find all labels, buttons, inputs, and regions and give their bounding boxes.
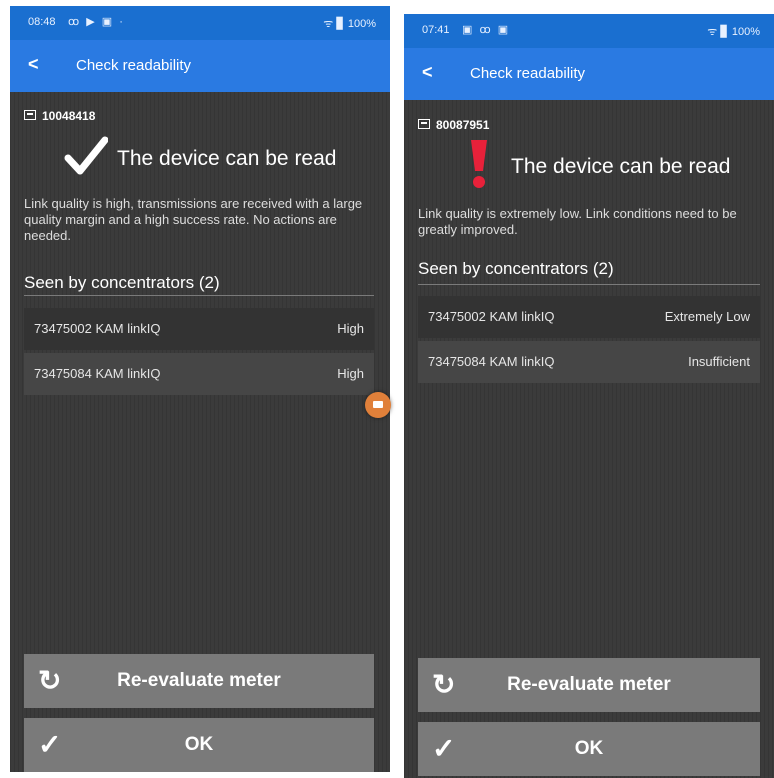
re-evaluate-button[interactable]: ↻ Re-evaluate meter (24, 654, 374, 708)
concentrator-id: 73475084 KAM linkIQ (34, 366, 161, 381)
device-id: 80087951 (418, 118, 489, 132)
readability-description: Link quality is extremely low. Link cond… (418, 206, 737, 237)
status-time: 07:41 (422, 24, 450, 36)
ok-label: OK (574, 738, 604, 759)
concentrator-id: 73475002 KAM linkIQ (34, 321, 161, 336)
page-title: Check readability (76, 57, 192, 74)
concentrator-id: 73475084 KAM linkIQ (428, 354, 555, 369)
notification-icons: ꝏ ▶ ▣ · (68, 16, 125, 28)
meter-icon (24, 110, 36, 120)
section-divider (418, 284, 760, 285)
phone-screen-right: 07:41 ▣ ꝏ ▣ ᯤ ▊ 100% < Check readability… (404, 14, 774, 778)
system-status: ᯤ ▊ 100% (707, 26, 760, 38)
system-status: ᯤ ▊ 100% (323, 18, 376, 30)
device-id-text: 80087951 (436, 118, 490, 132)
ok-label: OK (184, 734, 214, 755)
status-time: 08:48 (28, 16, 56, 28)
ok-button[interactable]: ✓ OK (24, 718, 374, 772)
concentrator-row[interactable]: 73475002 KAM linkIQ High (24, 308, 374, 350)
device-id: 10048418 (24, 109, 95, 123)
meter-icon (418, 119, 430, 129)
concentrators-section-title: Seen by concentrators (2) (24, 273, 220, 292)
floating-video-icon[interactable] (365, 392, 391, 418)
back-button[interactable]: < (422, 62, 433, 83)
ok-button[interactable]: ✓ OK (418, 722, 760, 776)
app-bar: < Check readability (404, 48, 774, 100)
phone-screen-left: 08:48 ꝏ ▶ ▣ · ᯤ ▊ 100% < Check readabili… (10, 6, 390, 772)
back-button[interactable]: < (28, 54, 39, 75)
readability-description: Link quality is high, transmissions are … (24, 196, 363, 243)
concentrator-row[interactable]: 73475084 KAM linkIQ Insufficient (418, 341, 760, 383)
re-evaluate-button[interactable]: ↻ Re-evaluate meter (418, 658, 760, 712)
exclamation-icon (471, 140, 487, 188)
re-evaluate-label: Re-evaluate meter (117, 670, 281, 691)
re-evaluate-label: Re-evaluate meter (507, 674, 671, 695)
concentrators-section-title: Seen by concentrators (2) (418, 259, 614, 278)
concentrator-row[interactable]: 73475084 KAM linkIQ High (24, 353, 374, 395)
app-bar: < Check readability (10, 40, 390, 92)
readability-headline: The device can be read (511, 155, 731, 178)
device-id-text: 10048418 (42, 109, 96, 123)
link-quality: Insufficient (688, 354, 750, 369)
concentrator-row[interactable]: 73475002 KAM linkIQ Extremely Low (418, 296, 760, 338)
section-divider (24, 295, 374, 296)
concentrator-id: 73475002 KAM linkIQ (428, 309, 555, 324)
link-quality: High (337, 366, 364, 381)
link-quality: Extremely Low (664, 309, 750, 324)
check-icon (64, 136, 108, 175)
readability-headline: The device can be read (117, 147, 337, 170)
link-quality: High (337, 321, 364, 336)
status-bar: 08:48 ꝏ ▶ ▣ · ᯤ ▊ 100% (10, 6, 390, 40)
status-bar: 07:41 ▣ ꝏ ▣ ᯤ ▊ 100% (404, 14, 774, 48)
notification-icons: ▣ ꝏ ▣ (462, 24, 511, 36)
page-title: Check readability (470, 65, 586, 82)
